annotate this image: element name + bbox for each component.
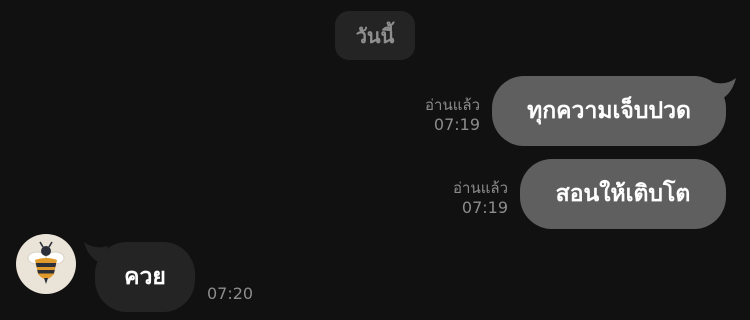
bee-avatar-icon xyxy=(27,241,65,284)
date-separator: วันนี้ xyxy=(335,11,415,60)
read-status: อ่านแล้ว xyxy=(453,179,508,197)
message-text: สอนให้เติบโต xyxy=(555,181,691,207)
message-1-meta: อ่านแล้ว 07:19 xyxy=(410,96,480,134)
bubble-tail-icon xyxy=(712,78,736,100)
contact-avatar[interactable] xyxy=(16,234,76,294)
message-time: 07:19 xyxy=(433,115,480,134)
date-label: วันนี้ xyxy=(355,23,395,48)
message-time: 07:19 xyxy=(461,198,508,217)
message-bubble-outgoing[interactable]: ทุกความเจ็บปวด xyxy=(492,76,726,146)
message-text: ควย xyxy=(124,264,166,290)
message-bubble-incoming[interactable]: ควย xyxy=(95,242,195,312)
read-status: อ่านแล้ว xyxy=(425,96,480,114)
message-text: ทุกความเจ็บปวด xyxy=(527,98,691,124)
message-time: 07:20 xyxy=(207,284,254,303)
message-2-meta: อ่านแล้ว 07:19 xyxy=(438,179,508,217)
chat-view: วันนี้ อ่านแล้ว 07:19 ทุกความเจ็บปวด อ่า… xyxy=(0,0,750,320)
message-bubble-outgoing[interactable]: สอนให้เติบโต xyxy=(520,159,726,229)
